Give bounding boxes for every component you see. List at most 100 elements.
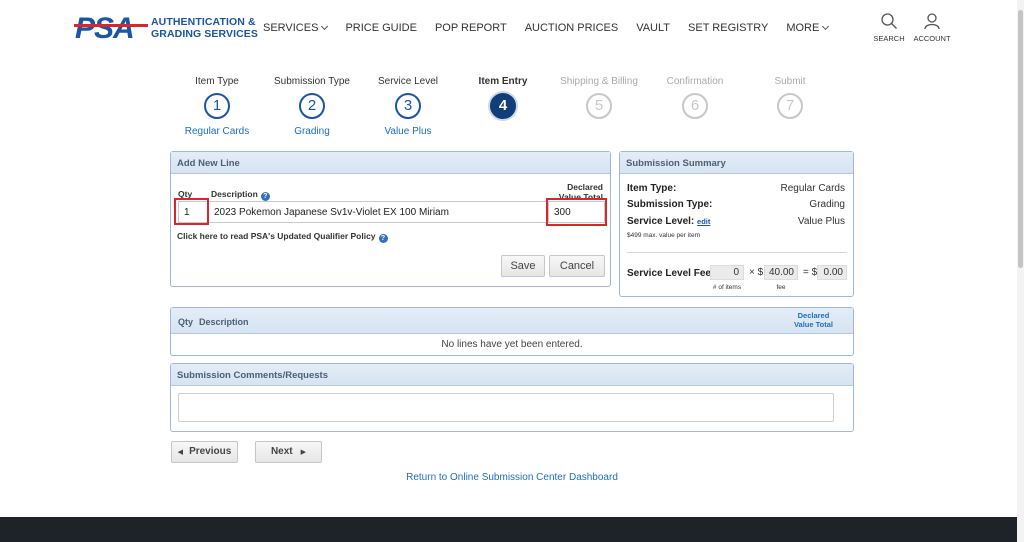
help-icon[interactable]: ? xyxy=(378,234,388,243)
search-button[interactable]: SEARCH xyxy=(869,12,909,43)
account-button[interactable]: ACCOUNT xyxy=(912,12,952,43)
equals-symbol: = $ xyxy=(803,267,818,278)
panel-title: Add New Line xyxy=(171,152,610,174)
step-submit: Submit 7 xyxy=(735,76,845,119)
qty-highlight xyxy=(174,198,209,225)
nav-vault-label: VAULT xyxy=(636,22,671,34)
brand-line-1: AUTHENTICATION & xyxy=(151,16,256,28)
nav-set-registry[interactable]: SET REGISTRY xyxy=(688,22,768,34)
nav-set-registry-label: SET REGISTRY xyxy=(688,22,769,34)
search-icon xyxy=(881,13,897,29)
previous-button[interactable]: ◀ Previous xyxy=(171,441,238,463)
step-shipping-billing: Shipping & Billing 5 xyxy=(544,76,654,119)
scrollbar[interactable] xyxy=(1017,0,1024,542)
comments-textarea[interactable] xyxy=(178,393,834,422)
nav-services[interactable]: SERVICES xyxy=(263,22,329,34)
previous-label: Previous xyxy=(189,446,232,457)
brand-line-2: GRADING SERVICES xyxy=(151,28,259,40)
save-button[interactable]: Save xyxy=(501,255,545,277)
lines-table: Qty Description Declared Value Total No … xyxy=(170,307,854,356)
step-number: 4 xyxy=(490,93,516,119)
search-label: SEARCH xyxy=(873,34,905,43)
nav-auction-prices-label: AUCTION PRICES xyxy=(524,22,619,34)
step-number: 6 xyxy=(682,93,708,119)
max-value-note: $499 max. value per item xyxy=(627,232,700,239)
col-declared-value: Declared Value Total xyxy=(794,311,833,329)
service-level-key: Service Level: xyxy=(627,216,695,227)
cancel-button[interactable]: Cancel xyxy=(549,255,605,277)
help-icon[interactable]: ? xyxy=(260,192,270,201)
declared-value-highlight xyxy=(546,198,607,226)
empty-lines-message: No lines have yet been entered. xyxy=(441,339,583,350)
nav-more[interactable]: MORE xyxy=(786,22,830,34)
add-new-line-panel: Add New Line Qty Description? Declared V… xyxy=(170,151,611,287)
psa-logo[interactable]: PSA xyxy=(74,13,148,41)
lines-table-header: Qty Description Declared Value Total xyxy=(171,308,853,334)
main-nav: SERVICES PRICE GUIDE POP REPORT AUCTION … xyxy=(263,22,846,34)
scrollbar-thumb[interactable] xyxy=(1018,10,1023,268)
submission-type-value: Grading xyxy=(809,199,845,210)
item-type-value: Regular Cards xyxy=(780,183,845,194)
step-label: Submit xyxy=(774,76,806,87)
user-icon xyxy=(924,13,940,30)
col-qty: Qty xyxy=(178,317,194,327)
comments-panel: Submission Comments/Requests xyxy=(170,363,854,432)
nav-pop-report-label: POP REPORT xyxy=(434,22,507,34)
qualifier-policy-link[interactable]: Click here to read PSA's Updated Qualifi… xyxy=(177,231,388,243)
chevron-down-icon xyxy=(321,22,329,31)
description-input[interactable]: 2023 Pokemon Japanese Sv1v-Violet EX 100… xyxy=(208,201,548,223)
description-label-text: Description xyxy=(211,189,258,199)
step-label: Submission Type xyxy=(274,76,350,87)
service-level-row: Service Level: edit xyxy=(627,216,710,227)
declared-label-line1: Declared xyxy=(567,182,603,192)
items-count: 0 xyxy=(710,265,744,280)
account-label: ACCOUNT xyxy=(913,34,951,43)
fee-caption: fee xyxy=(776,284,786,291)
times-symbol: × $ xyxy=(749,267,764,278)
step-number: 2 xyxy=(299,93,325,119)
step-number: 7 xyxy=(777,93,803,119)
nav-price-guide-label: PRICE GUIDE xyxy=(345,22,417,34)
step-number: 3 xyxy=(395,93,421,119)
chevron-down-icon xyxy=(822,22,830,31)
chevron-left-icon: ◀ xyxy=(177,449,184,456)
nav-vault[interactable]: VAULT xyxy=(636,22,670,34)
fee-value: 40.00 xyxy=(764,265,798,280)
col-declared-line1: Declared xyxy=(797,311,830,320)
nav-more-label: MORE xyxy=(786,22,820,34)
step-selection: Value Plus xyxy=(384,126,432,137)
next-label: Next xyxy=(270,446,293,457)
submission-type-key: Submission Type: xyxy=(627,199,713,210)
step-service-level[interactable]: Service Level 3 Value Plus xyxy=(353,76,463,137)
nav-pop-report[interactable]: POP REPORT xyxy=(435,22,507,34)
brand-name: AUTHENTICATION & GRADING SERVICES xyxy=(151,16,258,40)
step-label: Confirmation xyxy=(666,76,724,87)
submission-summary-panel: Submission Summary Item Type: Regular Ca… xyxy=(619,151,854,297)
step-label: Item Entry xyxy=(478,76,528,87)
return-dashboard-link[interactable]: Return to Online Submission Center Dashb… xyxy=(0,472,1024,483)
step-number: 5 xyxy=(586,93,612,119)
nav-auction-prices[interactable]: AUCTION PRICES xyxy=(525,22,619,34)
step-item-type[interactable]: Item Type 1 Regular Cards xyxy=(162,76,272,137)
service-level-value: Value Plus xyxy=(797,216,845,227)
site-footer xyxy=(0,517,1024,542)
fee-total: 0.00 xyxy=(817,265,847,280)
col-description: Description xyxy=(199,317,249,327)
step-submission-type[interactable]: Submission Type 2 Grading xyxy=(257,76,367,137)
nav-services-label: SERVICES xyxy=(263,22,319,34)
nav-price-guide[interactable]: PRICE GUIDE xyxy=(345,22,417,34)
step-confirmation: Confirmation 6 xyxy=(640,76,750,119)
progress-stepper: Item Type 1 Regular Cards Submission Typ… xyxy=(170,76,854,138)
col-declared-line2: Value Total xyxy=(793,320,833,329)
next-button[interactable]: Next ▶ xyxy=(255,441,322,463)
fee-key: Service Level Fee: xyxy=(627,268,715,279)
step-label: Shipping & Billing xyxy=(560,76,638,87)
qualifier-policy-text: Click here to read PSA's Updated Qualifi… xyxy=(177,231,376,241)
step-label: Service Level xyxy=(377,76,439,87)
step-selection: Grading xyxy=(294,126,330,137)
step-selection: Regular Cards xyxy=(184,126,250,137)
step-item-entry: Item Entry 4 xyxy=(448,76,558,119)
edit-service-level-link[interactable]: edit xyxy=(697,217,710,226)
panel-title: Submission Summary xyxy=(620,152,853,174)
divider xyxy=(627,252,847,253)
